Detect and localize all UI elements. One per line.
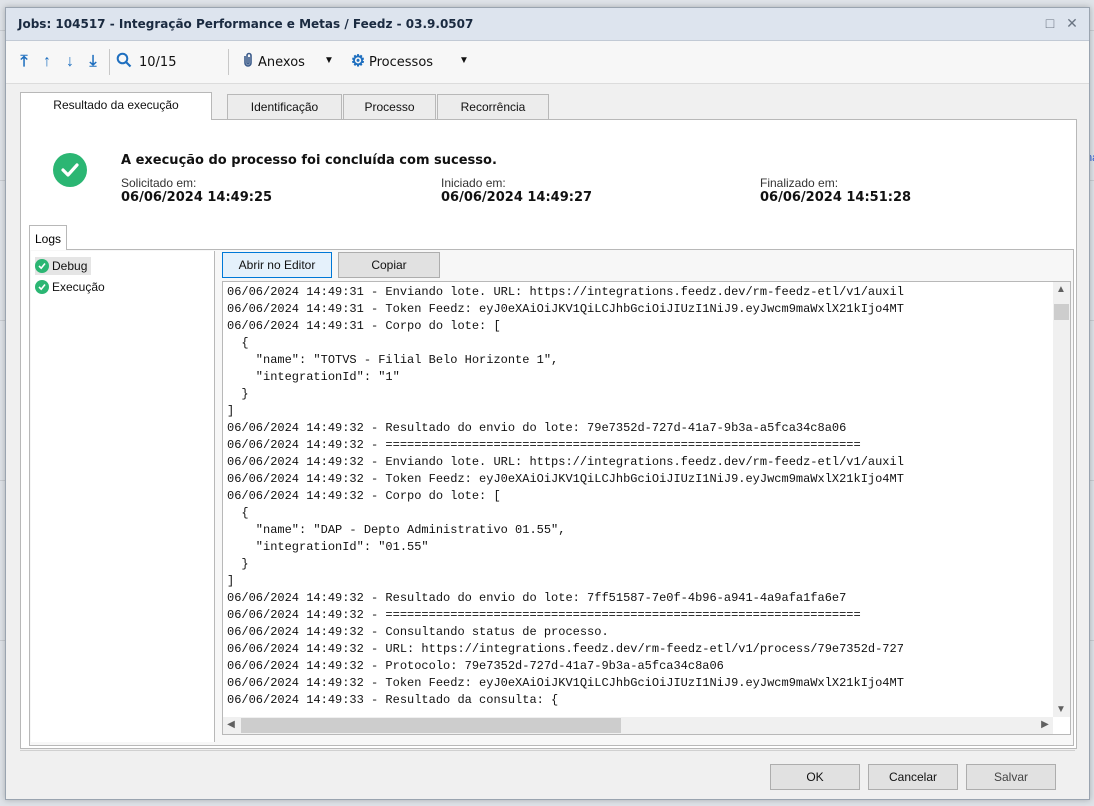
save-button[interactable]: Salvar bbox=[966, 764, 1056, 790]
tab-identificacao[interactable]: Identificação bbox=[227, 94, 342, 119]
tab-recorrencia[interactable]: Recorrência bbox=[437, 94, 549, 119]
scroll-left-icon[interactable]: ◀ bbox=[223, 719, 239, 730]
processes-menu[interactable]: Processos bbox=[369, 55, 433, 70]
record-counter: 10/15 bbox=[139, 55, 177, 70]
tree-item-label: Debug bbox=[52, 259, 88, 273]
success-message: A execução do processo foi concluída com… bbox=[121, 153, 497, 168]
search-icon[interactable] bbox=[114, 52, 134, 72]
previous-record-icon[interactable]: ↑ bbox=[37, 52, 57, 72]
scroll-down-icon[interactable]: ▼ bbox=[1053, 704, 1069, 715]
started-label: Iniciado em: bbox=[441, 176, 506, 190]
tab-logs[interactable]: Logs bbox=[29, 225, 67, 250]
close-button[interactable]: ✕ bbox=[1063, 14, 1081, 32]
open-in-editor-button[interactable]: Abrir no Editor bbox=[222, 252, 332, 278]
tree-item-execucao[interactable]: Execução bbox=[35, 278, 109, 296]
success-check-icon bbox=[53, 153, 87, 187]
attachments-menu[interactable]: Anexos bbox=[258, 55, 305, 70]
log-content: 06/06/2024 14:49:31 - Enviando lote. URL… bbox=[227, 285, 904, 707]
tab-strip: Resultado da execução Identificação Proc… bbox=[20, 92, 1077, 120]
tree-item-debug[interactable]: Debug bbox=[35, 257, 92, 275]
check-circle-icon bbox=[35, 280, 49, 294]
toolbar: ⤒ ↑ ↓ ⤓ 10/15 Anexos ▼ ⚙ Processos ▼ bbox=[6, 41, 1089, 84]
logs-panel: Debug Execução Abrir no Editor Copiar 06… bbox=[29, 249, 1074, 746]
tree-item-label: Execução bbox=[52, 280, 105, 294]
window-title: Jobs: 104517 - Integração Performance e … bbox=[18, 17, 474, 31]
started-value: 06/06/2024 14:49:27 bbox=[441, 190, 593, 205]
title-bar: Jobs: 104517 - Integração Performance e … bbox=[6, 8, 1089, 41]
toolbar-separator bbox=[228, 49, 229, 75]
ok-button[interactable]: OK bbox=[770, 764, 860, 790]
maximize-button[interactable]: □ bbox=[1041, 14, 1059, 32]
requested-label: Solicitado em: bbox=[121, 176, 197, 190]
vertical-scrollbar[interactable]: ▲ ▼ bbox=[1053, 282, 1070, 717]
finished-label: Finalizado em: bbox=[760, 176, 839, 190]
log-tree: Debug Execução bbox=[31, 251, 215, 742]
toolbar-separator bbox=[109, 49, 110, 75]
chevron-down-icon[interactable]: ▼ bbox=[459, 55, 469, 66]
tab-processo[interactable]: Processo bbox=[343, 94, 436, 119]
chevron-down-icon[interactable]: ▼ bbox=[324, 55, 334, 66]
execution-result-panel: A execução do processo foi concluída com… bbox=[20, 119, 1077, 749]
paperclip-icon[interactable] bbox=[238, 52, 258, 72]
scroll-right-icon[interactable]: ▶ bbox=[1037, 719, 1053, 730]
next-record-icon[interactable]: ↓ bbox=[60, 52, 80, 72]
check-circle-icon bbox=[35, 259, 49, 273]
requested-value: 06/06/2024 14:49:25 bbox=[121, 190, 273, 205]
gear-icon[interactable]: ⚙ bbox=[348, 52, 368, 72]
horizontal-scroll-thumb[interactable] bbox=[241, 718, 621, 733]
tab-resultado-execucao[interactable]: Resultado da execução bbox=[20, 92, 212, 120]
last-record-icon[interactable]: ⤓ bbox=[83, 52, 103, 72]
finished-value: 06/06/2024 14:51:28 bbox=[760, 190, 912, 205]
log-text-area[interactable]: 06/06/2024 14:49:31 - Enviando lote. URL… bbox=[222, 281, 1071, 735]
copy-button[interactable]: Copiar bbox=[338, 252, 440, 278]
jobs-dialog: Jobs: 104517 - Integração Performance e … bbox=[5, 7, 1090, 800]
first-record-icon[interactable]: ⤒ bbox=[14, 52, 34, 72]
cancel-button[interactable]: Cancelar bbox=[868, 764, 958, 790]
vertical-scroll-thumb[interactable] bbox=[1054, 304, 1069, 320]
scroll-up-icon[interactable]: ▲ bbox=[1053, 284, 1069, 295]
horizontal-scrollbar[interactable]: ◀ ▶ bbox=[223, 717, 1053, 734]
footer-divider bbox=[20, 750, 1075, 751]
